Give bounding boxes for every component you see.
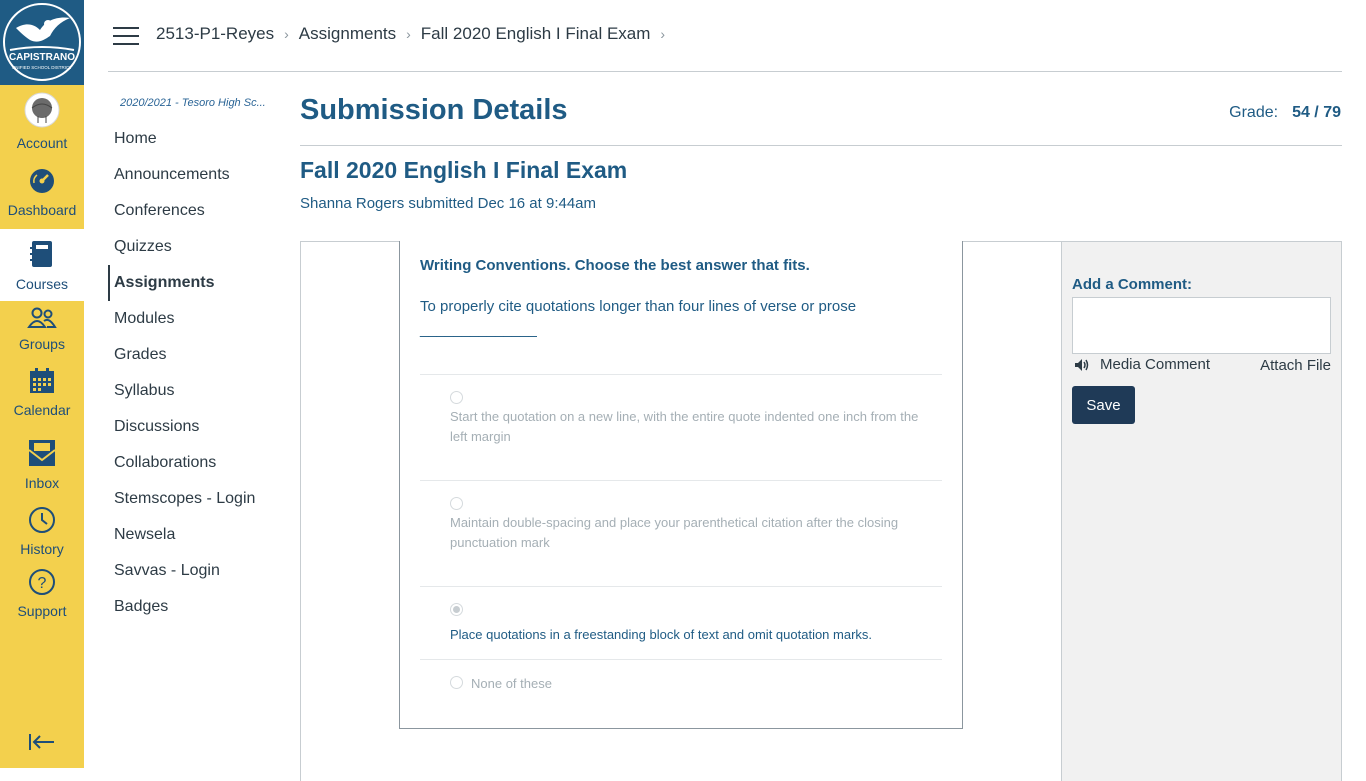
nav-courses-label: Courses <box>15 276 69 292</box>
hamburger-icon-line <box>113 27 139 29</box>
course-nav-badges[interactable]: Badges <box>108 589 278 625</box>
grade-label: Grade: <box>1229 104 1279 121</box>
svg-text:CAPISTRANO: CAPISTRANO <box>9 52 75 63</box>
assignment-title: Fall 2020 English I Final Exam <box>300 157 628 183</box>
answer-option-selected[interactable]: Place quotations in a freestanding block… <box>420 586 942 659</box>
grade-value: 54 / 79 <box>1292 104 1341 121</box>
collapse-nav-button[interactable] <box>0 732 84 759</box>
question-text: To properly cite quotations longer than … <box>420 298 857 315</box>
media-comment-link[interactable]: Media Comment <box>1074 356 1210 373</box>
course-nav-discussions[interactable]: Discussions <box>108 409 278 445</box>
course-nav-modules[interactable]: Modules <box>108 301 278 337</box>
course-nav-syllabus[interactable]: Syllabus <box>108 373 278 409</box>
nav-support-label: Support <box>17 603 67 619</box>
inbox-icon <box>0 438 84 471</box>
nav-account[interactable]: Account <box>0 92 84 151</box>
course-nav: 2020/2021 - Tesoro High Sc... Home Annou… <box>108 85 278 625</box>
chevron-right-icon: › <box>284 26 289 42</box>
comment-panel: Add a Comment: Media Comment Attach File… <box>1061 241 1342 781</box>
courses-icon <box>0 239 84 272</box>
course-nav-grades[interactable]: Grades <box>108 337 278 373</box>
answer-radio[interactable] <box>450 497 463 510</box>
nav-history-label: History <box>20 541 64 557</box>
collapse-icon <box>0 732 84 755</box>
nav-history[interactable]: History <box>0 506 84 557</box>
nav-calendar-label: Calendar <box>13 402 71 418</box>
nav-support[interactable]: ? Support <box>0 568 84 619</box>
attach-file-link[interactable]: Attach File <box>1260 357 1331 374</box>
breadcrumb-assignments[interactable]: Assignments <box>299 24 396 44</box>
chevron-right-icon: › <box>660 26 666 42</box>
comment-label: Add a Comment: <box>1072 276 1192 293</box>
header-divider <box>108 71 1342 72</box>
answer-radio[interactable] <box>450 676 463 689</box>
grade-display: Grade: 54 / 79 <box>1229 104 1341 122</box>
course-menu-toggle[interactable] <box>113 27 139 47</box>
nav-dashboard-label: Dashboard <box>7 202 77 218</box>
answer-option[interactable]: Start the quotation on a new line, with … <box>420 374 942 480</box>
svg-text:UNIFIED SCHOOL DISTRICT: UNIFIED SCHOOL DISTRICT <box>12 65 72 70</box>
answer-option[interactable]: None of these <box>420 659 942 711</box>
calendar-icon <box>0 367 84 398</box>
answer-text: Place quotations in a freestanding block… <box>450 627 873 642</box>
history-icon <box>0 506 84 537</box>
nav-groups[interactable]: Groups <box>0 307 84 352</box>
course-nav-stemscopes[interactable]: Stemscopes - Login <box>108 481 278 517</box>
speaker-icon <box>1075 358 1089 371</box>
svg-text:?: ? <box>38 575 47 592</box>
course-nav-newsela[interactable]: Newsela <box>108 517 278 553</box>
comment-input[interactable] <box>1072 297 1331 354</box>
nav-inbox[interactable]: Inbox <box>0 438 84 491</box>
save-button[interactable]: Save <box>1072 386 1135 424</box>
answer-text: None of these <box>471 676 552 691</box>
nav-dashboard[interactable]: Dashboard <box>0 167 84 218</box>
nav-courses[interactable]: Courses <box>0 229 84 301</box>
answer-option[interactable]: Maintain double-spacing and place your p… <box>420 480 942 586</box>
nav-calendar[interactable]: Calendar <box>0 367 84 418</box>
question-blank: ______________ <box>420 321 537 338</box>
global-nav: CAPISTRANO UNIFIED SCHOOL DISTRICT Accou… <box>0 0 84 768</box>
district-logo[interactable]: CAPISTRANO UNIFIED SCHOOL DISTRICT <box>0 0 84 85</box>
answer-radio-checked[interactable] <box>450 603 463 616</box>
nav-inbox-label: Inbox <box>24 475 60 491</box>
answer-text: Maintain double-spacing and place your p… <box>450 515 899 550</box>
media-comment-label: Media Comment <box>1100 356 1211 373</box>
course-nav-conferences[interactable]: Conferences <box>108 193 278 229</box>
course-nav-announcements[interactable]: Announcements <box>108 157 278 193</box>
dashboard-icon <box>0 167 84 198</box>
course-nav-home[interactable]: Home <box>108 121 278 157</box>
capistrano-logo-icon: CAPISTRANO UNIFIED SCHOOL DISTRICT <box>3 3 81 81</box>
course-nav-savvas[interactable]: Savvas - Login <box>108 553 278 589</box>
chevron-right-icon: › <box>406 26 411 42</box>
nav-groups-label: Groups <box>19 336 65 352</box>
course-term: 2020/2021 - Tesoro High Sc... <box>120 97 266 109</box>
course-nav-quizzes[interactable]: Quizzes <box>108 229 278 265</box>
page-title: Submission Details <box>300 94 568 126</box>
groups-icon <box>0 307 84 332</box>
nav-account-label: Account <box>16 135 68 151</box>
avatar <box>0 92 84 131</box>
help-icon: ? <box>0 568 84 599</box>
course-nav-collaborations[interactable]: Collaborations <box>108 445 278 481</box>
breadcrumb: 2513-P1-Reyes › Assignments › Fall 2020 … <box>156 24 675 44</box>
breadcrumb-course[interactable]: 2513-P1-Reyes <box>156 24 274 44</box>
title-divider <box>300 145 1342 146</box>
submission-info: Shanna Rogers submitted Dec 16 at 9:44am <box>300 195 597 212</box>
breadcrumb-assignment[interactable]: Fall 2020 English I Final Exam <box>421 24 651 44</box>
question-heading: Writing Conventions. Choose the best ans… <box>420 257 810 274</box>
course-nav-assignments[interactable]: Assignments <box>108 265 278 301</box>
answer-text: Start the quotation on a new line, with … <box>450 409 919 444</box>
answer-radio[interactable] <box>450 391 463 404</box>
hamburger-icon-line <box>113 35 139 37</box>
hamburger-icon-line <box>113 43 139 45</box>
question-card: Writing Conventions. Choose the best ans… <box>399 241 963 729</box>
